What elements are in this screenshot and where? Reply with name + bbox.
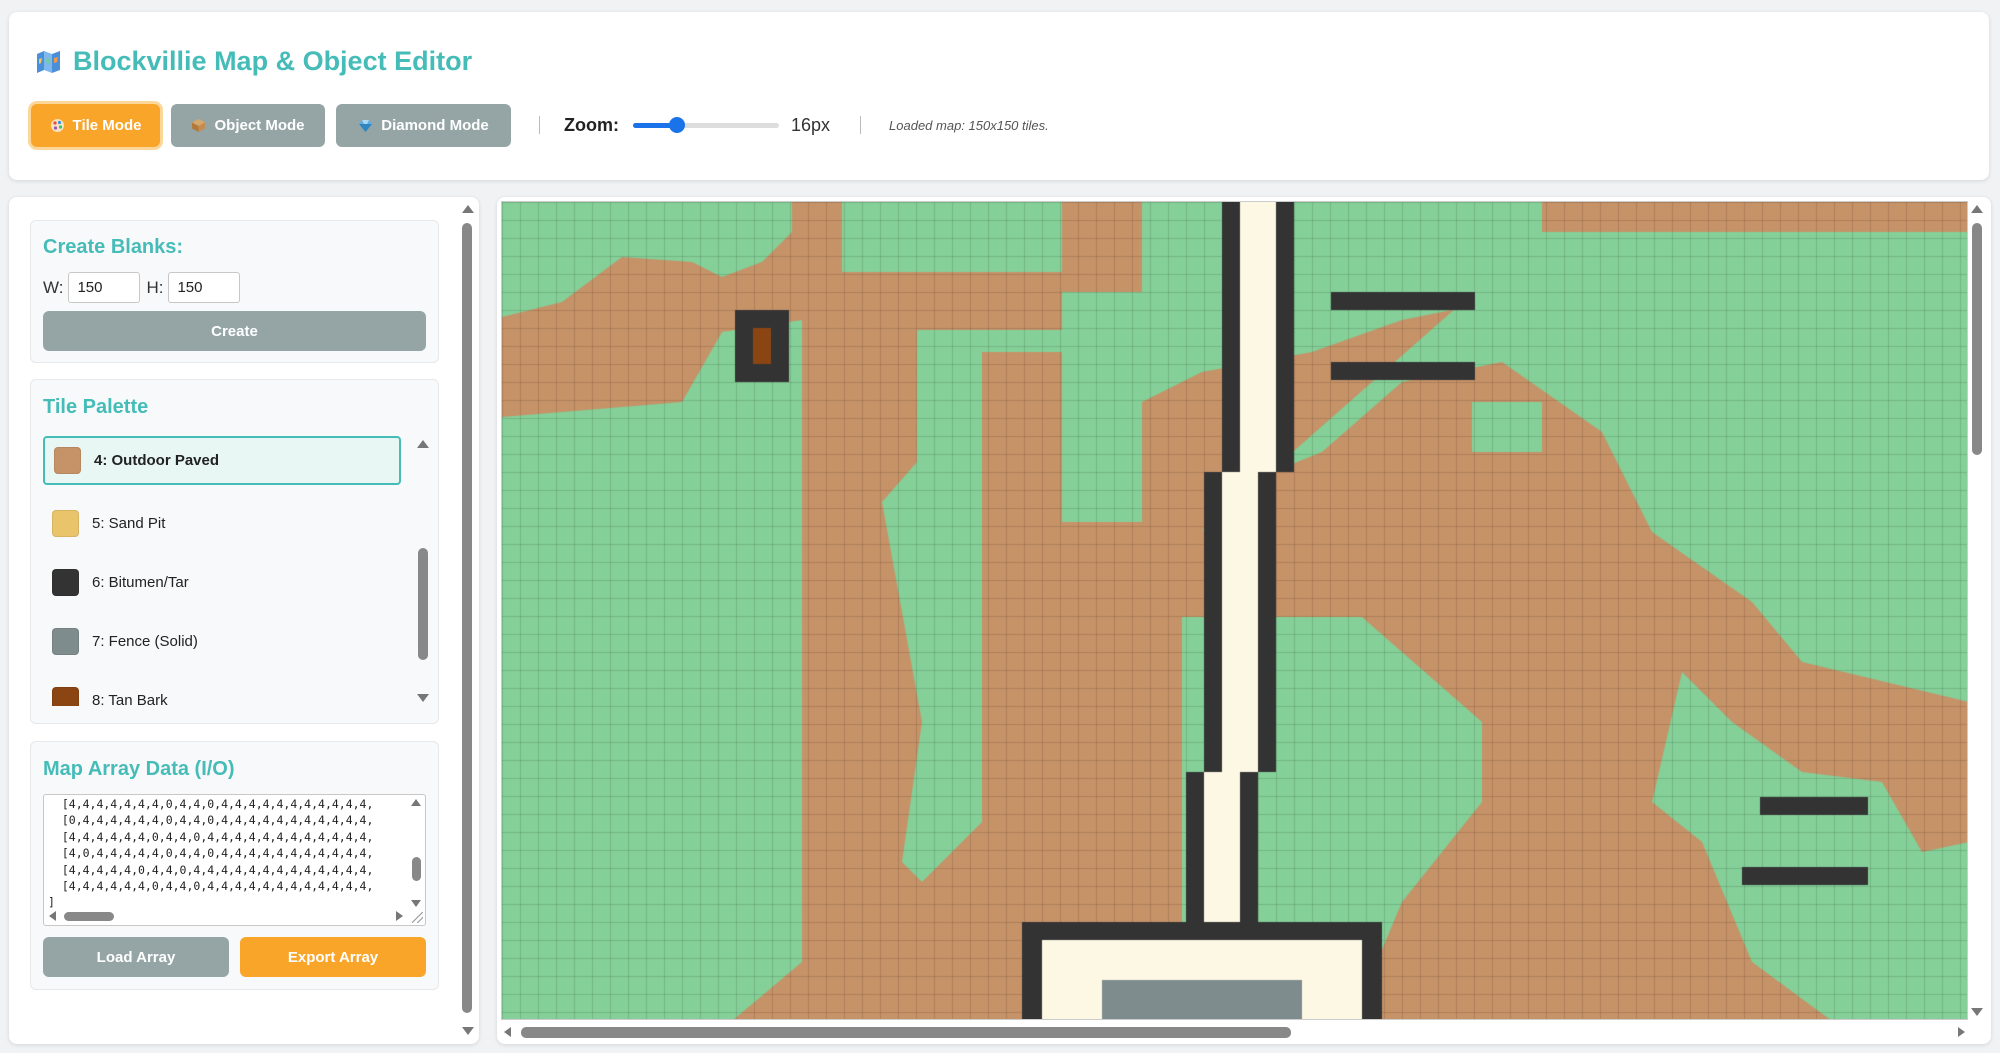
toolbar-divider bbox=[539, 116, 540, 134]
map-icon bbox=[35, 50, 63, 74]
scroll-down-icon[interactable] bbox=[1971, 1008, 1983, 1016]
palette-item-label: 5: Sand Pit bbox=[92, 514, 166, 532]
tile-palette-title: Tile Palette bbox=[43, 396, 149, 418]
box-icon bbox=[191, 118, 206, 133]
scroll-up-icon[interactable] bbox=[417, 440, 429, 448]
palette-icon bbox=[50, 118, 65, 133]
width-input[interactable] bbox=[68, 272, 141, 303]
toolbar: Tile Mode Object Mode Diamond Mode Zoom:… bbox=[31, 97, 1049, 153]
zoom-slider-thumb[interactable] bbox=[668, 117, 685, 133]
swatch-outdoor-paved bbox=[54, 447, 81, 474]
swatch-sand-pit bbox=[52, 509, 79, 537]
create-button[interactable]: Create bbox=[43, 311, 426, 351]
height-label: H: bbox=[146, 277, 164, 297]
palette-item-outdoor-paved[interactable]: 4: Outdoor Paved bbox=[43, 436, 401, 485]
palette-item-label: 4: Outdoor Paved bbox=[94, 452, 220, 469]
scroll-right-icon[interactable] bbox=[396, 911, 403, 921]
create-blanks-panel: Create Blanks: W: H: Create bbox=[30, 220, 439, 363]
scroll-down-icon[interactable] bbox=[417, 694, 429, 702]
map-hscroll-thumb[interactable] bbox=[521, 1027, 1291, 1038]
export-array-button[interactable]: Export Array bbox=[240, 937, 426, 977]
map-array-panel: Map Array Data (I/O) [4,4,4,4,4,4,4,0,4,… bbox=[30, 741, 439, 990]
tile-map-canvas[interactable] bbox=[502, 202, 1967, 1019]
scroll-right-icon[interactable] bbox=[1958, 1027, 1965, 1037]
palette-scrollbar[interactable] bbox=[416, 436, 430, 706]
tile-mode-button[interactable]: Tile Mode bbox=[31, 103, 160, 147]
tile-palette-panel: Tile Palette 4: Outdoor Paved 5: Sand Pi… bbox=[30, 379, 439, 724]
map-vscroll-thumb[interactable] bbox=[1972, 223, 1982, 455]
scroll-down-icon[interactable] bbox=[411, 900, 421, 907]
map-hscrollbar[interactable] bbox=[501, 1024, 1968, 1040]
map-vscrollbar[interactable] bbox=[1969, 201, 1985, 1020]
object-mode-button[interactable]: Object Mode bbox=[171, 103, 325, 147]
palette-item-label: 6: Bitumen/Tar bbox=[92, 573, 189, 591]
sidebar: Create Blanks: W: H: Create Tile Palette… bbox=[9, 197, 479, 1044]
load-array-button[interactable]: Load Array bbox=[43, 937, 229, 977]
scroll-up-icon[interactable] bbox=[411, 799, 421, 806]
scroll-up-icon[interactable] bbox=[1971, 205, 1983, 213]
map-array-text: [4,4,4,4,4,4,4,0,4,4,0,4,4,4,4,4,4,4,4,4… bbox=[48, 797, 374, 910]
map-viewport[interactable] bbox=[501, 201, 1968, 1020]
zoom-label: Zoom: bbox=[564, 114, 619, 135]
resize-grip-icon[interactable] bbox=[412, 912, 423, 923]
textarea-hscrollbar[interactable] bbox=[46, 910, 406, 923]
textarea-vscroll-thumb[interactable] bbox=[412, 857, 421, 881]
map-panel bbox=[497, 197, 1991, 1044]
scroll-left-icon[interactable] bbox=[504, 1027, 511, 1037]
status-text: Loaded map: 150x150 tiles. bbox=[889, 117, 1049, 133]
palette-item-sand-pit[interactable]: 5: Sand Pit bbox=[43, 494, 401, 552]
zoom-slider[interactable] bbox=[632, 117, 779, 133]
palette-item-label: 8: Tan Bark bbox=[92, 691, 168, 707]
create-blanks-title: Create Blanks: bbox=[43, 236, 184, 258]
textarea-hscroll-thumb[interactable] bbox=[64, 912, 114, 921]
scroll-up-icon[interactable] bbox=[462, 205, 474, 213]
palette-item-bitumen-tar[interactable]: 6: Bitumen/Tar bbox=[43, 553, 401, 611]
dimension-row: W: H: bbox=[43, 272, 246, 303]
app-title: Blockvillie Map & Object Editor bbox=[35, 46, 472, 77]
scroll-down-icon[interactable] bbox=[462, 1027, 474, 1035]
swatch-fence-solid bbox=[52, 627, 79, 655]
toolbar-divider bbox=[860, 116, 862, 134]
sidebar-scrollbar[interactable] bbox=[459, 201, 475, 1039]
palette-item-tan-bark[interactable]: 8: Tan Bark bbox=[43, 671, 401, 706]
height-input[interactable] bbox=[168, 272, 241, 303]
scroll-left-icon[interactable] bbox=[49, 911, 56, 921]
textarea-vscrollbar[interactable] bbox=[410, 797, 423, 909]
palette-list: 4: Outdoor Paved 5: Sand Pit 6: Bitumen/… bbox=[43, 436, 401, 706]
object-mode-label: Object Mode bbox=[214, 116, 305, 134]
app-title-text: Blockvillie Map & Object Editor bbox=[73, 46, 473, 76]
swatch-bitumen-tar bbox=[52, 568, 79, 596]
diamond-mode-button[interactable]: Diamond Mode bbox=[336, 103, 511, 147]
tile-mode-label: Tile Mode bbox=[72, 116, 142, 134]
editor-header: Blockvillie Map & Object Editor Tile Mod… bbox=[9, 12, 1989, 180]
sidebar-scroll-thumb[interactable] bbox=[462, 223, 472, 1013]
map-array-title: Map Array Data (I/O) bbox=[43, 758, 235, 780]
zoom-value: 16px bbox=[790, 114, 831, 135]
palette-item-fence-solid[interactable]: 7: Fence (Solid) bbox=[43, 612, 401, 670]
palette-item-label: 7: Fence (Solid) bbox=[92, 632, 198, 650]
swatch-tan-bark bbox=[52, 686, 79, 706]
width-label: W: bbox=[43, 277, 64, 297]
palette-scroll-thumb[interactable] bbox=[418, 548, 428, 660]
diamond-icon bbox=[358, 118, 373, 133]
diamond-mode-label: Diamond Mode bbox=[381, 116, 489, 134]
map-array-textarea[interactable]: [4,4,4,4,4,4,4,0,4,4,0,4,4,4,4,4,4,4,4,4… bbox=[43, 794, 426, 926]
